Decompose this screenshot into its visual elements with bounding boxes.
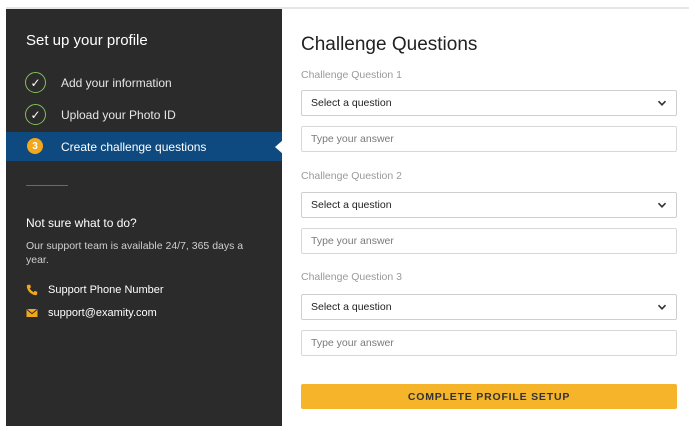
- support-email: support@examity.com: [48, 307, 157, 319]
- step-label: Upload your Photo ID: [61, 108, 176, 122]
- question-1-select-value: Select a question: [311, 97, 392, 109]
- help-text: Our support team is available 24/7, 365 …: [26, 240, 244, 266]
- question-2-select-value: Select a question: [311, 199, 392, 211]
- step-label: Create challenge questions: [61, 140, 207, 154]
- profile-sidebar: Set up your profile ✓ Add your informati…: [6, 9, 283, 426]
- help-title: Not sure what to do?: [26, 216, 137, 230]
- chevron-down-icon: [656, 97, 668, 109]
- question-3-answer-input[interactable]: Type your answer: [301, 330, 677, 356]
- question-1-label: Challenge Question 1: [301, 69, 402, 81]
- question-1-answer-input[interactable]: Type your answer: [301, 126, 677, 152]
- sidebar-divider: [26, 185, 68, 186]
- question-3-select-value: Select a question: [311, 301, 392, 313]
- sidebar-title: Set up your profile: [26, 32, 148, 49]
- challenge-questions-form: Challenge Questions Challenge Question 1…: [282, 9, 689, 426]
- step-add-information[interactable]: ✓ Add your information: [6, 69, 282, 97]
- check-circle-icon: ✓: [25, 72, 46, 93]
- chevron-down-icon: [656, 301, 668, 313]
- check-circle-icon: ✓: [25, 104, 46, 125]
- question-2-answer-input[interactable]: Type your answer: [301, 228, 677, 254]
- chevron-down-icon: [656, 199, 668, 211]
- phone-icon: [26, 284, 38, 296]
- envelope-icon: [26, 307, 38, 319]
- question-3-label: Challenge Question 3: [301, 271, 402, 283]
- step-create-challenge-questions[interactable]: 3 Create challenge questions: [6, 132, 283, 161]
- page-title: Challenge Questions: [301, 34, 478, 55]
- step-number-badge: 3: [27, 138, 43, 154]
- support-phone-label: Support Phone Number: [48, 284, 164, 296]
- step-label: Add your information: [61, 76, 172, 90]
- support-phone-link[interactable]: Support Phone Number: [26, 284, 164, 296]
- complete-profile-button[interactable]: COMPLETE PROFILE SETUP: [301, 384, 677, 409]
- question-2-label: Challenge Question 2: [301, 170, 402, 182]
- question-3-select[interactable]: Select a question: [301, 294, 677, 320]
- question-2-select[interactable]: Select a question: [301, 192, 677, 218]
- support-email-link[interactable]: support@examity.com: [26, 307, 157, 319]
- page: Set up your profile ✓ Add your informati…: [0, 0, 689, 426]
- question-1-select[interactable]: Select a question: [301, 90, 677, 116]
- step-upload-photo-id[interactable]: ✓ Upload your Photo ID: [6, 101, 282, 129]
